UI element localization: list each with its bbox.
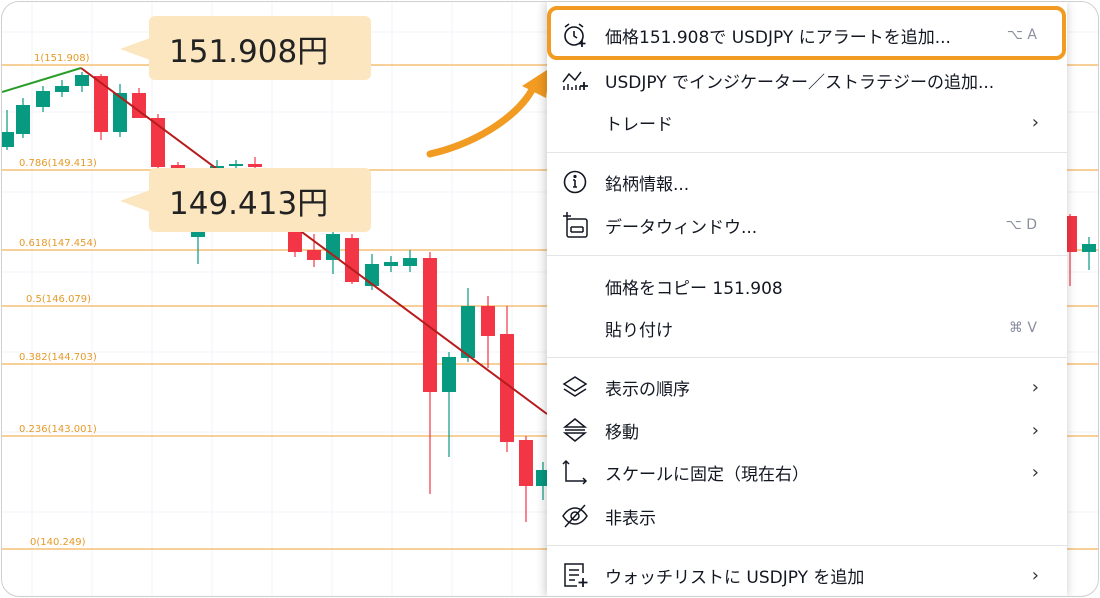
candle-body — [2, 132, 14, 147]
menu-item-copy-price[interactable]: 価格をコピー 151.908 — [547, 266, 1067, 306]
menu-label-pin-scale: スケールに固定（現在右） — [605, 464, 809, 485]
chevron-right-icon: › — [1031, 461, 1039, 483]
trend-line-down — [80, 67, 548, 415]
candle-body — [442, 357, 456, 392]
candle-down — [481, 296, 495, 368]
fib-level-label: 0.786(149.413) — [19, 158, 97, 169]
menu-label-add-alert: 価格151.908で USDJPY にアラートを追加... — [605, 27, 951, 48]
candle-body — [36, 91, 50, 107]
callout-bottom-tail — [120, 190, 150, 212]
menu-label-move: 移動 — [605, 422, 639, 443]
fib-level-label: 0.618(147.454) — [19, 238, 97, 249]
chevron-right-icon: › — [1031, 376, 1039, 398]
candle-body — [94, 76, 108, 132]
menu-item-add-indicator[interactable]: USDJPY でインジケーター／ストラテジーの追加... — [547, 60, 1067, 100]
shortcut-paste: ⌘ V — [1008, 320, 1037, 336]
candle-up — [113, 84, 127, 137]
menu-label-data-window: データウィンドウ... — [605, 217, 758, 238]
fib-level-label: 0.5(146.079) — [26, 294, 91, 305]
candle-body — [288, 232, 302, 252]
menu-item-hide[interactable]: 非表示 — [547, 496, 1067, 536]
candle-up — [2, 110, 14, 150]
pin-scale-icon — [561, 458, 589, 486]
candle-up — [36, 86, 50, 112]
menu-label-symbol-info: 銘柄情報... — [605, 174, 690, 195]
candle-body — [345, 238, 359, 282]
menu-separator — [547, 152, 1067, 153]
candle-up — [1082, 237, 1096, 270]
candle-body — [365, 264, 379, 286]
chevron-right-icon: › — [1031, 419, 1039, 441]
callout-top-price: 151.908円 — [149, 16, 371, 80]
candle-down — [423, 252, 437, 494]
menu-item-data-window[interactable]: データウィンドウ... ⌥ D — [547, 205, 1067, 245]
context-menu: 価格151.908で USDJPY にアラートを追加... ⌥ A USDJPY… — [547, 2, 1067, 596]
callout-top-tail — [120, 38, 150, 60]
candle-body — [307, 250, 321, 260]
fib-level-label: 0.382(144.703) — [19, 352, 97, 363]
candle-up — [75, 72, 89, 92]
pointer-arrow — [426, 68, 550, 158]
menu-separator — [547, 357, 1067, 358]
menu-label-trade: トレード — [605, 114, 673, 135]
fib-level-label: 0(140.249) — [30, 537, 86, 548]
candle-up — [16, 98, 30, 138]
menu-label-add-indicator: USDJPY でインジケーター／ストラテジーの追加... — [605, 72, 995, 93]
candle-body — [384, 262, 398, 266]
fib-level-label: 0.236(143.001) — [19, 424, 97, 435]
menu-label-copy-price: 価格をコピー 151.908 — [605, 278, 783, 299]
candle-up — [403, 250, 417, 272]
candle-body — [16, 105, 30, 134]
candle-body — [113, 93, 127, 132]
menu-label-hide: 非表示 — [605, 508, 656, 529]
info-icon — [561, 168, 589, 196]
menu-separator — [547, 545, 1067, 546]
shortcut-add-alert: ⌥ A — [1006, 27, 1037, 43]
candle-body — [248, 164, 262, 167]
menu-label-add-to-watchlist: ウォッチリストに USDJPY を追加 — [605, 567, 865, 588]
shortcut-data-window: ⌥ D — [1005, 217, 1037, 233]
candle-up — [442, 352, 456, 457]
candle-up — [326, 226, 340, 274]
callout-bottom-price: 149.413円 — [149, 168, 371, 232]
menu-item-paste[interactable]: 貼り付け ⌘ V — [547, 308, 1067, 348]
move-icon — [561, 416, 589, 444]
candle-body — [229, 164, 243, 166]
menu-item-pin-scale[interactable]: スケールに固定（現在右） › — [547, 452, 1067, 492]
menu-separator — [547, 255, 1067, 256]
trend-line-up — [2, 67, 82, 93]
candle-up — [384, 256, 398, 272]
menu-item-trade[interactable]: トレード › — [547, 102, 1067, 142]
eye-off-icon — [561, 502, 589, 530]
candle-down — [307, 234, 321, 267]
candle-body — [403, 258, 417, 266]
fib-level-label: 1(151.908) — [34, 53, 90, 64]
candle-down — [345, 234, 359, 284]
menu-label-visual-order: 表示の順序 — [605, 379, 690, 400]
candle-body — [519, 440, 533, 486]
menu-item-symbol-info[interactable]: 銘柄情報... — [547, 162, 1067, 202]
candle-up — [55, 80, 69, 97]
candle-body — [481, 306, 495, 336]
candle-body — [55, 86, 69, 92]
candle-body — [423, 258, 437, 392]
chevron-right-icon: › — [1031, 564, 1039, 586]
candle-down — [519, 436, 533, 522]
candle-body — [1082, 244, 1096, 252]
menu-item-move[interactable]: 移動 › — [547, 410, 1067, 450]
screenshot-frame: 1(151.908) 0.786(149.413) 0.618(147.454) 0.… — [1, 1, 1099, 597]
alarm-plus-icon — [561, 21, 589, 49]
candle-body — [461, 306, 475, 358]
indicator-plus-icon — [561, 66, 589, 94]
menu-item-add-to-watchlist[interactable]: ウォッチリストに USDJPY を追加 › — [547, 555, 1067, 595]
arrow-shaft — [426, 82, 538, 158]
menu-item-add-alert[interactable]: 価格151.908で USDJPY にアラートを追加... ⌥ A — [547, 15, 1067, 55]
menu-label-paste: 貼り付け — [605, 320, 673, 341]
candle-body — [75, 75, 89, 86]
chevron-right-icon: › — [1031, 111, 1039, 133]
watchlist-add-icon — [561, 561, 589, 589]
layers-icon — [561, 373, 589, 401]
data-window-icon — [561, 211, 589, 239]
menu-item-visual-order[interactable]: 表示の順序 › — [547, 367, 1067, 407]
